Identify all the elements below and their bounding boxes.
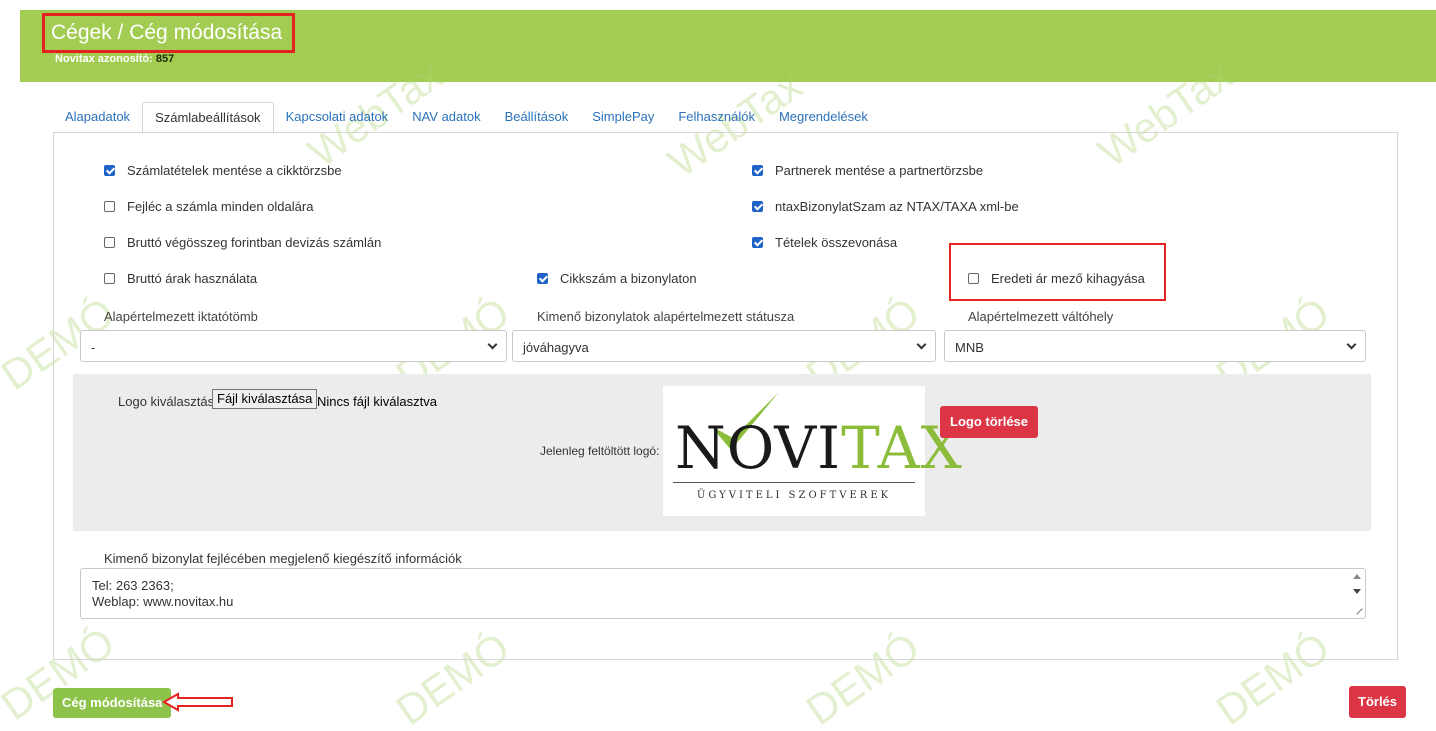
checkbox-gross-prices[interactable]: Bruttó árak használata — [104, 271, 257, 286]
tab-alapadatok[interactable]: Alapadatok — [53, 102, 142, 133]
checkbox-save-partners[interactable]: Partnerek mentése a partnertörzsbe — [752, 163, 983, 178]
company-id-value: 857 — [155, 53, 175, 65]
status-select[interactable]: jóváhagyva — [512, 330, 936, 362]
checkbox-unchecked-icon[interactable] — [104, 237, 115, 248]
scroll-up-icon[interactable] — [1353, 574, 1361, 579]
highlight-box — [949, 243, 1166, 301]
tab-simplepay[interactable]: SimplePay — [580, 102, 666, 133]
tab-megrendelesek[interactable]: Megrendelések — [767, 102, 880, 133]
checkbox-item-code[interactable]: Cikkszám a bizonylaton — [537, 271, 697, 286]
checkbox-checked-icon[interactable] — [752, 165, 763, 176]
logo-tagline: ÜGYVITELI SZOFTVEREK — [696, 490, 892, 501]
checkbox-checked-icon[interactable] — [752, 201, 763, 212]
tab-beallitasok[interactable]: Beállítások — [493, 102, 581, 133]
company-id: Novitax azonosító: 857 — [55, 53, 174, 65]
checkbox-gross-total-huf[interactable]: Bruttó végösszeg forintban devizás száml… — [104, 235, 381, 250]
checkbox-label: Bruttó végösszeg forintban devizás száml… — [127, 235, 382, 250]
delete-logo-button[interactable]: Logo törlése — [940, 406, 1039, 438]
page-title: Cégek / Cég módosítása — [42, 13, 296, 53]
checkbox-label: Bruttó árak használata — [127, 271, 258, 286]
page-header: Cégek / Cég módosítása Novitax azonosító… — [20, 10, 1436, 82]
resize-grip-icon[interactable] — [1351, 603, 1363, 615]
status-select-value: jóváhagyva — [523, 340, 589, 355]
checkbox-unchecked-icon[interactable] — [104, 273, 115, 284]
save-company-button[interactable]: Cég módosítása — [53, 688, 172, 718]
extra-info-label: Kimenő bizonylat fejlécében megjelenő ki… — [104, 551, 462, 566]
logo-divider — [673, 482, 915, 483]
checkbox-label: Partnerek mentése a partnertörzsbe — [775, 163, 984, 178]
register-select[interactable]: - — [80, 330, 507, 362]
company-id-label: Novitax azonosító: — [55, 53, 153, 65]
register-select-value: - — [91, 340, 96, 355]
register-label: Alapértelmezett iktatótömb — [104, 309, 258, 324]
logo-wordmark: NOVITAX — [675, 414, 963, 482]
checkbox-header-every-page[interactable]: Fejléc a számla minden oldalára — [104, 199, 313, 214]
checkbox-merge-items[interactable]: Tételek összevonása — [752, 235, 897, 250]
checkbox-label: ntaxBizonylatSzam az NTAX/TAXA xml-be — [775, 199, 1019, 214]
extra-info-textarea[interactable]: Tel: 263 2363; Weblap: www.novitax.hu — [80, 568, 1366, 619]
checkbox-ntax-number[interactable]: ntaxBizonylatSzam az NTAX/TAXA xml-be — [752, 199, 1019, 214]
checkbox-save-items[interactable]: Számlatételek mentése a cikktörzsbe — [104, 163, 342, 178]
extra-info-line: Tel: 263 2363; — [92, 578, 174, 593]
checkbox-checked-icon[interactable] — [104, 165, 115, 176]
status-label: Kimenő bizonylatok alapértelmezett státu… — [537, 309, 795, 324]
checkbox-label: Cikkszám a bizonylaton — [560, 271, 697, 286]
choose-file-button[interactable]: Fájl kiválasztása — [212, 389, 318, 409]
textarea-scrollbar[interactable] — [1351, 572, 1363, 616]
extra-info-line: Weblap: www.novitax.hu — [92, 594, 234, 609]
exchange-label: Alapértelmezett váltóhely — [968, 309, 1114, 324]
tab-kapcsolati-adatok[interactable]: Kapcsolati adatok — [274, 102, 401, 133]
checkbox-checked-icon[interactable] — [537, 273, 548, 284]
tab-bar: Alapadatok Számlabeállítások Kapcsolati … — [53, 102, 1398, 133]
current-logo-label: Jelenleg feltöltött logó: — [540, 444, 660, 458]
checkbox-label: Fejléc a számla minden oldalára — [127, 199, 314, 214]
checkbox-label: Számlatételek mentése a cikktörzsbe — [127, 163, 342, 178]
checkbox-unchecked-icon[interactable] — [104, 201, 115, 212]
no-file-text: Nincs fájl kiválasztva — [317, 394, 437, 409]
checkbox-checked-icon[interactable] — [752, 237, 763, 248]
scroll-down-icon[interactable] — [1353, 589, 1361, 594]
company-logo: NOVITAX ÜGYVITELI SZOFTVEREK — [663, 386, 962, 516]
exchange-select-value: MNB — [955, 340, 984, 355]
logo-section: Logo kiválasztása: Fájl kiválasztása Nin… — [73, 374, 1371, 531]
exchange-select[interactable]: MNB — [944, 330, 1366, 362]
logo-select-label: Logo kiválasztása: — [118, 394, 225, 409]
chevron-down-icon — [487, 339, 498, 350]
tab-szamlabeallitasok[interactable]: Számlabeállítások — [142, 102, 274, 133]
chevron-down-icon — [1346, 339, 1357, 350]
arrow-left-icon — [162, 692, 233, 712]
tab-nav-adatok[interactable]: NAV adatok — [400, 102, 492, 133]
delete-company-button[interactable]: Törlés — [1349, 686, 1407, 718]
tab-felhasznalok[interactable]: Felhasználók — [666, 102, 767, 133]
chevron-down-icon — [916, 339, 927, 350]
checkbox-label: Tételek összevonása — [775, 235, 898, 250]
